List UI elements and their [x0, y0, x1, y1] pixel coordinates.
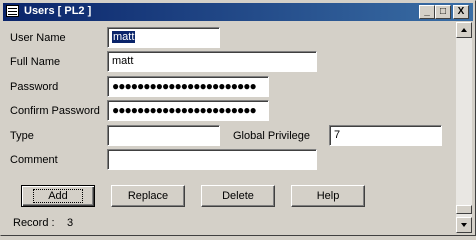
window-title: Users [ PL2 ]: [24, 5, 92, 17]
scroll-up-arrow-icon[interactable]: [456, 22, 472, 38]
password-field[interactable]: ●●●●●●●●●●●●●●●●●●●●●●●: [107, 76, 269, 97]
scrollbar-thumb[interactable]: [456, 205, 472, 214]
full-name-field[interactable]: matt: [107, 51, 317, 72]
help-button-label: Help: [316, 190, 340, 202]
password-label: Password: [10, 81, 59, 93]
replace-button[interactable]: Replace: [111, 185, 185, 207]
title-bar[interactable]: Users [ PL2 ] _ □ X: [3, 3, 473, 21]
type-field[interactable]: [107, 125, 220, 146]
user-name-field[interactable]: matt: [107, 27, 220, 48]
confirm-password-label: Confirm Password: [10, 105, 100, 117]
confirm-password-field[interactable]: ●●●●●●●●●●●●●●●●●●●●●●●: [107, 100, 269, 121]
users-window: Users [ PL2 ] _ □ X User Name matt Full …: [0, 0, 476, 236]
add-button-label: Add: [33, 189, 83, 203]
close-button[interactable]: X: [453, 5, 469, 19]
user-name-label: User Name: [10, 32, 66, 44]
global-privilege-label: Global Privilege: [233, 130, 311, 142]
type-label: Type: [10, 130, 34, 142]
global-privilege-field[interactable]: 7: [329, 125, 442, 146]
window-app-icon[interactable]: [6, 5, 19, 17]
record-label: Record :: [13, 217, 55, 229]
comment-field[interactable]: [107, 149, 317, 170]
scroll-down-arrow-icon[interactable]: [456, 217, 472, 233]
delete-button-label: Delete: [222, 190, 254, 202]
replace-button-label: Replace: [127, 190, 169, 202]
delete-button[interactable]: Delete: [201, 185, 275, 207]
vertical-scrollbar[interactable]: [456, 22, 472, 233]
minimize-button[interactable]: _: [419, 5, 435, 19]
help-button[interactable]: Help: [291, 185, 365, 207]
full-name-label: Full Name: [10, 56, 61, 68]
maximize-button[interactable]: □: [435, 5, 451, 19]
comment-label: Comment: [10, 154, 58, 166]
record-number: 3: [67, 217, 74, 229]
add-button[interactable]: Add: [21, 185, 95, 207]
form-area: User Name matt Full Name matt Password ●…: [3, 21, 455, 234]
user-name-value: matt: [112, 31, 136, 43]
